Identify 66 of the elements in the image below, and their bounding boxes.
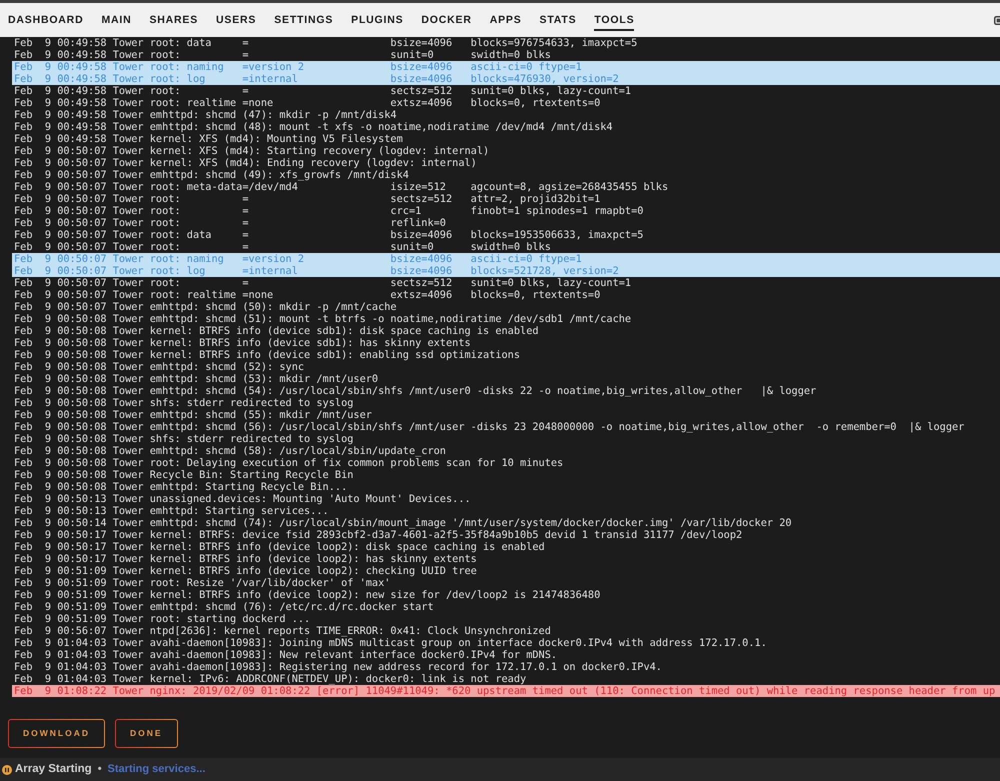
log-line: Feb 9 00:49:58 Tower emhttpd: shcmd (48): mount -t xfs -o noatime,nodiratime /dev/md4 /mnt/disk4: [13, 121, 613, 133]
log-line: Feb 9 00:50:07 Tower root: = crc=1 finobt=1 spinodes=1 rmapbt=0: [13, 205, 644, 217]
log-line: Feb 9 00:50:07 Tower root: = sectsz=512 sunit=0 blks, lazy-count=1: [13, 277, 632, 289]
nav-tab[interactable]: MAIN: [101, 9, 132, 31]
log-line: Feb 9 00:50:07 Tower kernel: XFS (md4): Starting recovery (logdev: internal): [13, 145, 490, 157]
log-line: Feb 9 00:50:08 Tower emhttpd: shcmd (58): /usr/local/sbin/update_cron: [13, 445, 446, 457]
nav-tab[interactable]: DOCKER: [421, 9, 472, 31]
log-line: Feb 9 00:49:58 Tower root: = sectsz=512 sunit=0 blks, lazy-count=1: [13, 85, 632, 97]
log-line: Feb 9 01:04:03 Tower avahi-daemon[10983]: New relevant interface docker0.IPv4 for mDNS.: [13, 649, 558, 661]
log-line: Feb 9 00:50:08 Tower shfs: stderr redirected to syslog: [13, 397, 354, 409]
log-line: Feb 9 00:50:07 Tower root: data = bsize=4096 blocks=1953506633, imaxpct=5: [13, 229, 644, 241]
log-line: Feb 9 00:50:07 Tower root: = reflink=0: [13, 217, 446, 229]
log-line: Feb 9 00:49:58 Tower root: data = bsize=4096 blocks=976754633, imaxpct=5: [13, 37, 638, 49]
log-line: Feb 9 01:04:03 Tower kernel: IPv6: ADDRCONF(NETDEV_UP): docker0: link is not ready: [13, 673, 526, 685]
log-line: Feb 9 00:50:07 Tower emhttpd: shcmd (49): xfs_growfs /mnt/disk4: [13, 169, 409, 181]
log-line: Feb 9 00:50:07 Tower root: realtime =none extsz=4096 blocks=0, rtextents=0: [13, 289, 600, 301]
log-line: Feb 9 00:50:07 Tower kernel: XFS (md4): Ending recovery (logdev: internal): [13, 157, 477, 169]
log-line: Feb 9 00:51:09 Tower kernel: BTRFS info (device loop2): checking UUID tree: [13, 565, 477, 577]
log-line: Feb 9 01:04:03 Tower avahi-daemon[10983]: Joining mDNS multicast group on interface docker0.IPv4 with address 172.17.0.1.: [13, 637, 767, 649]
log-line: Feb 9 00:50:08 Tower shfs: stderr redirected to syslog: [13, 433, 354, 445]
nav-tab[interactable]: APPS: [490, 9, 522, 31]
log-line: Feb 9 00:51:09 Tower emhttpd: shcmd (76): /etc/rc.d/rc.docker start: [13, 601, 434, 613]
log-line: Feb 9 00:50:07 Tower root: = sectsz=512 attr=2, projid32bit=1: [13, 193, 600, 205]
log-line: Feb 9 00:49:58 Tower root: realtime =none extsz=4096 blocks=0, rtextents=0: [13, 97, 600, 109]
log-line: Feb 9 00:51:09 Tower root: Resize '/var/lib/docker' of 'max': [13, 577, 390, 589]
log-line: Feb 9 00:50:14 Tower emhttpd: shcmd (74): /usr/local/sbin/mount_image '/mnt/user/system/docker/docker.img' /var/lib/docker 20: [13, 517, 792, 529]
log-line: Feb 9 00:50:17 Tower kernel: BTRFS: device fsid 2893cbf2-d3a7-4601-a2f5-35f84a9b10b5 devid 1 transid 31177 /dev/loop2: [13, 529, 742, 541]
status-separator: •: [98, 762, 102, 778]
log-line: Feb 9 00:50:08 Tower kernel: BTRFS info (device sdb1): enabling ssd optimizations: [13, 349, 520, 361]
log-line: Feb 9 00:50:13 Tower unassigned.devices: Mounting 'Auto Mount' Devices...: [13, 493, 471, 505]
log-line: Feb 9 00:50:07 Tower emhttpd: shcmd (50): mkdir -p /mnt/cache: [13, 301, 397, 313]
log-line: Feb 9 00:50:08 Tower emhttpd: shcmd (55): mkdir /mnt/user: [13, 409, 372, 421]
log-line: Feb 9 00:50:08 Tower emhttpd: shcmd (51): mount -t btrfs -o noatime,nodiratime /dev/sdb1 /mnt/cache: [13, 313, 632, 325]
log-line: Feb 9 00:49:58 Tower emhttpd: shcmd (47): mkdir -p /mnt/disk4: [13, 109, 397, 121]
log-line: Feb 9 00:50:08 Tower emhttpd: shcmd (53): mkdir /mnt/user0: [13, 373, 378, 385]
log-line: Feb 9 00:56:07 Tower ntpd[2636]: kernel reports TIME_ERROR: 0x41: Clock Unsynchronized: [13, 625, 551, 637]
log-line: Feb 9 00:50:08 Tower emhttpd: shcmd (54): /usr/local/sbin/shfs /mnt/user0 -disks 22 -o noatime,big_writes,allow_other |& logger: [13, 385, 816, 397]
log-line: Feb 9 00:50:07 Tower root: meta-data=/dev/md4 isize=512 agcount=8, agsize=268435455 blks: [13, 181, 668, 193]
log-line: Feb 9 00:50:08 Tower root: Delaying execution of fix common problems scan for 10 minutes: [13, 457, 564, 469]
array-status: Array Starting: [15, 762, 92, 777]
log-line: Feb 9 00:50:08 Tower emhttpd: shcmd (52): sync: [13, 361, 304, 373]
done-button[interactable]: DONE: [115, 719, 178, 748]
nav-tab[interactable]: USERS: [216, 9, 256, 31]
nav-tab[interactable]: PLUGINS: [351, 9, 404, 31]
download-button[interactable]: DOWNLOAD: [8, 719, 105, 748]
nav-tab[interactable]: TOOLS: [594, 9, 634, 31]
log-line: Feb 9 01:04:03 Tower avahi-daemon[10983]: Registering new address record for 172.17.0.1 on docker0.IPv4.: [13, 661, 662, 673]
log-line: Feb 9 00:50:08 Tower emhttpd: Starting Recycle Bin...: [13, 481, 348, 493]
log-line: Feb 9 00:50:17 Tower kernel: BTRFS info (device loop2): disk space caching is enabled: [13, 541, 545, 553]
nav-tab[interactable]: STATS: [540, 9, 576, 31]
log-line: Feb 9 00:51:09 Tower root: starting dockerd ...: [13, 613, 310, 625]
log-line: Feb 9 00:49:58 Tower kernel: XFS (md4): Mounting V5 Filesystem: [13, 133, 403, 145]
status-message: Starting services...: [108, 762, 206, 778]
nav-tab[interactable]: SHARES: [149, 9, 198, 31]
nav-tab[interactable]: DASHBOARD: [8, 9, 84, 31]
square-icon[interactable]: [994, 16, 1000, 24]
log-line: Feb 9 00:50:08 Tower kernel: BTRFS info (device sdb1): has skinny extents: [13, 337, 471, 349]
log-line: Feb 9 00:51:09 Tower kernel: BTRFS info (device loop2): new size for /dev/loop2 is 21474836480: [13, 589, 600, 601]
nav-tab[interactable]: SETTINGS: [274, 9, 334, 31]
log-line: Feb 9 00:50:13 Tower emhttpd: Starting services...: [13, 505, 329, 517]
log-line: Feb 9 00:50:08 Tower emhttpd: shcmd (56): /usr/local/sbin/shfs /mnt/user -disks 23 2048000000 -o noatime,big_writes,allow_other -o remember=0 |& logger: [13, 421, 964, 433]
log-line: Feb 9 00:49:58 Tower root: = sunit=0 swidth=0 blks: [13, 49, 551, 61]
log-line: Feb 9 00:50:08 Tower Recycle Bin: Starting Recycle Bin: [13, 469, 354, 481]
log-line: Feb 9 00:50:07 Tower root: = sunit=0 swidth=0 blks: [13, 241, 551, 253]
log-line: Feb 9 00:50:08 Tower kernel: BTRFS info (device sdb1): disk space caching is enabled: [13, 325, 539, 337]
log-line: Feb 9 00:50:17 Tower kernel: BTRFS info (device loop2): has skinny extents: [13, 553, 477, 565]
